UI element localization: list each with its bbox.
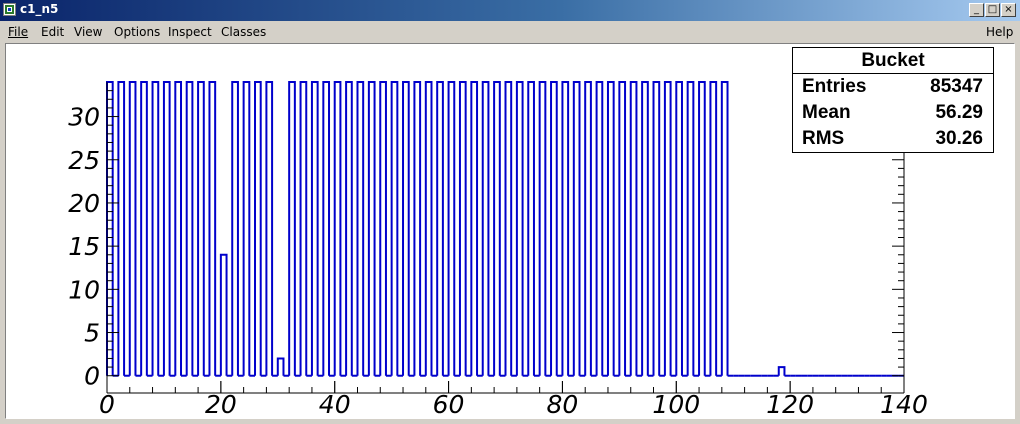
histogram-bin <box>595 81 604 376</box>
x-tick-label: 80 <box>547 390 579 419</box>
histogram-bin <box>242 81 251 376</box>
y-tick-label: 10 <box>68 275 100 304</box>
histogram-bin <box>128 81 137 376</box>
histogram-bin <box>402 81 410 376</box>
histogram-bin <box>219 253 228 376</box>
stats-rms-label: RMS <box>802 128 845 149</box>
stats-entries-value: 85347 <box>930 76 983 97</box>
histogram-bin <box>288 81 296 376</box>
histogram-bin <box>663 81 672 376</box>
histogram-bin <box>584 81 592 376</box>
stats-entries-label: Entries <box>802 76 867 97</box>
histogram-bin <box>652 81 661 376</box>
histogram-layer <box>106 81 904 377</box>
histogram-bin <box>709 81 718 376</box>
histogram-bin <box>185 81 194 376</box>
histogram-bin <box>550 81 558 376</box>
stats-title: Bucket <box>793 48 993 74</box>
histogram-bin <box>481 81 490 376</box>
y-tick-label: 25 <box>68 146 100 175</box>
x-tick-label: 60 <box>433 390 465 419</box>
x-tick-label: 140 <box>880 390 928 419</box>
histogram-bin <box>174 81 183 376</box>
histogram-bin <box>515 81 524 376</box>
histogram-bin <box>618 81 627 376</box>
application-window: c1_n5 _ □ × File Edit View Options Inspe… <box>0 0 1020 424</box>
y-tick-label: 0 <box>84 362 100 391</box>
histogram-bin <box>686 81 695 376</box>
stats-row-entries: Entries 85347 <box>793 74 993 100</box>
histogram-bin <box>379 81 387 376</box>
histogram-bin <box>299 81 308 376</box>
histogram-bin <box>333 81 342 376</box>
histogram-bin <box>276 357 285 376</box>
x-tick-label: 20 <box>205 390 237 419</box>
stats-box[interactable]: Bucket Entries 85347 Mean 56.29 RMS 30.2… <box>792 47 994 153</box>
y-tick-label: 15 <box>68 232 100 261</box>
histogram-bin <box>254 81 262 376</box>
histogram-bin <box>493 81 501 376</box>
histogram-bin <box>527 81 535 376</box>
histogram-bin <box>447 81 456 376</box>
x-tick-label: 40 <box>319 390 351 419</box>
histogram-bin <box>572 81 581 376</box>
histogram-bin <box>310 81 319 376</box>
histogram-bin <box>424 81 433 376</box>
histogram-bin <box>538 81 547 376</box>
x-tick-label: 120 <box>766 390 814 419</box>
histogram-bin <box>322 81 331 376</box>
histogram-bin <box>345 81 353 376</box>
histogram-bin <box>413 81 422 376</box>
histogram-bin <box>698 81 706 376</box>
stats-mean-label: Mean <box>802 102 851 123</box>
histogram-bin <box>356 81 365 376</box>
stats-rms-value: 30.26 <box>935 128 983 149</box>
histogram-bin <box>208 81 217 376</box>
stats-row-mean: Mean 56.29 <box>793 100 993 126</box>
histogram-bin <box>390 81 399 376</box>
histogram-bin <box>197 81 205 376</box>
histogram-bin <box>675 81 683 376</box>
histogram-bin <box>629 81 638 376</box>
histogram-bin <box>140 81 148 376</box>
histogram-bin <box>777 366 786 376</box>
histogram-bin <box>367 81 376 376</box>
stats-row-rms: RMS 30.26 <box>793 126 993 152</box>
y-tick-label: 20 <box>68 189 100 218</box>
histogram-bin <box>117 81 126 376</box>
histogram-bin <box>162 81 171 376</box>
histogram-bin <box>641 81 649 376</box>
y-tick-label: 5 <box>84 319 100 348</box>
histogram-bin <box>561 81 570 376</box>
stats-mean-value: 56.29 <box>935 102 983 123</box>
histogram-bin <box>504 81 513 376</box>
histogram-bin <box>606 81 615 376</box>
histogram-bin <box>720 81 729 376</box>
y-tick-label: 30 <box>68 103 100 132</box>
histogram-bin <box>151 81 160 376</box>
histogram-bin <box>265 81 274 376</box>
histogram-bin <box>470 81 479 376</box>
x-tick-label: 100 <box>652 390 700 419</box>
histogram-bin <box>231 81 239 376</box>
x-tick-label: 0 <box>99 390 115 419</box>
histogram-bin <box>436 81 444 376</box>
histogram-bin <box>458 81 467 376</box>
